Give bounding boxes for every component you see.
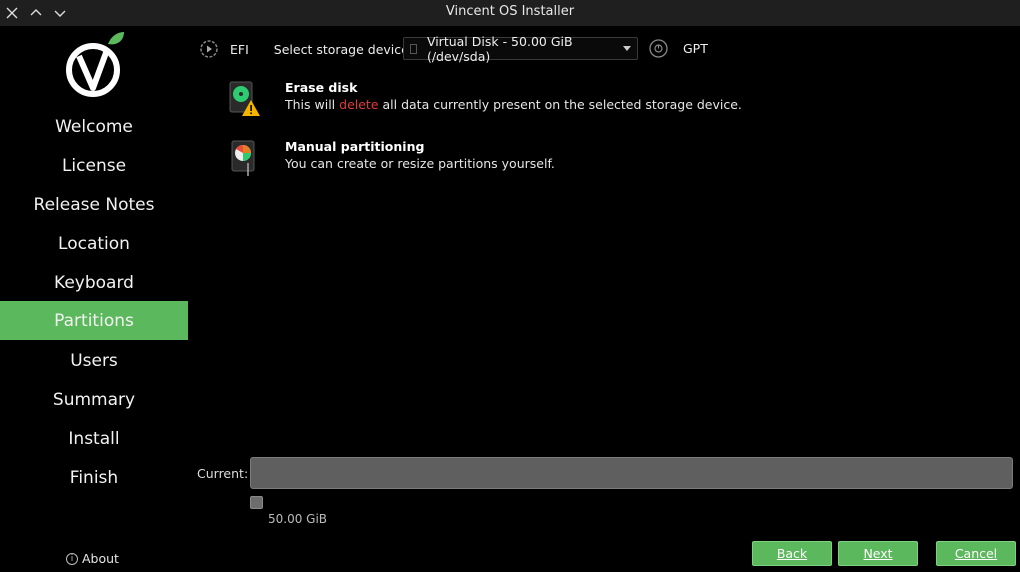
partition-table-icon: [649, 39, 668, 58]
sidebar-item-label: Summary: [52, 389, 136, 410]
cancel-button[interactable]: Cancel: [936, 541, 1016, 566]
manual-partitioning-option[interactable]: Manual partitioning You can create or re…: [228, 139, 555, 179]
back-button[interactable]: Back: [752, 541, 832, 566]
current-label: Current:: [197, 466, 249, 481]
sidebar-item-location: Location: [0, 224, 188, 263]
sidebar-item-label: Welcome: [55, 116, 133, 137]
dropdown-arrow-icon: [623, 46, 631, 51]
boot-type-label: EFI: [230, 41, 249, 57]
legend-swatch: [250, 496, 263, 509]
title-bar: Vincent OS Installer: [0, 0, 1020, 26]
storage-device-select[interactable]: Virtual Disk - 50.00 GiB (/dev/sda): [403, 34, 638, 64]
erase-disk-description: This will delete all data currently pres…: [285, 97, 785, 112]
about-button[interactable]: i About: [66, 551, 119, 566]
manual-partitioning-title: Manual partitioning: [285, 139, 425, 154]
sidebar-item-partitions: Partitions: [0, 301, 188, 340]
sidebar-item-label: License: [61, 155, 127, 176]
partition-table-label: GPT: [683, 41, 708, 56]
vincent-logo: [66, 32, 124, 97]
sidebar-item-license: License: [0, 146, 188, 185]
sidebar-item-release-notes: Release Notes: [0, 185, 188, 224]
manual-partitioning-description: You can create or resize partitions your…: [285, 156, 555, 171]
window-title: Vincent OS Installer: [445, 4, 575, 19]
sidebar-item-keyboard: Keyboard: [0, 263, 188, 302]
sidebar-item-summary: Summary: [0, 380, 188, 419]
erase-desc-after: all data currently present on the select…: [378, 97, 742, 112]
erase-disk-icon: [229, 81, 260, 116]
legend-size: 50.00 GiB: [268, 512, 328, 526]
sidebar-item-finish: Finish: [0, 458, 188, 497]
sidebar-item-label: Users: [70, 350, 118, 371]
sidebar-item-label: Install: [68, 428, 120, 449]
disk-icon: [410, 43, 417, 54]
erase-desc-before: This will: [285, 97, 340, 112]
about-label: About: [82, 551, 119, 566]
manual-partitioning-icon: [231, 140, 255, 176]
sidebar-item-label: Finish: [69, 467, 119, 488]
erase-disk-title: Erase disk: [285, 80, 358, 95]
current-partition-bar: [250, 457, 1013, 489]
boot-type-icon: [200, 40, 218, 58]
next-button[interactable]: Next: [838, 541, 918, 566]
select-storage-label: Select storage device:: [273, 41, 414, 57]
sidebar-item-label: Location: [58, 233, 130, 254]
storage-device-value: Virtual Disk - 50.00 GiB (/dev/sda): [426, 33, 573, 64]
sidebar-item-users: Users: [0, 341, 188, 380]
sidebar-item-label: Keyboard: [54, 272, 134, 293]
sidebar-item-label: Release Notes: [33, 194, 155, 215]
storage-toolbar: EFI Select storage device:: [198, 36, 413, 62]
erase-disk-option[interactable]: Erase disk This will delete all data cur…: [228, 80, 742, 120]
sidebar-item-install: Install: [0, 419, 188, 458]
sidebar-item-label: Partitions: [54, 310, 134, 331]
sidebar: Welcome License Release Notes Location K…: [0, 26, 188, 572]
sidebar-item-welcome: Welcome: [0, 107, 188, 146]
info-icon: i: [66, 552, 78, 565]
erase-desc-highlight: delete: [339, 97, 379, 112]
